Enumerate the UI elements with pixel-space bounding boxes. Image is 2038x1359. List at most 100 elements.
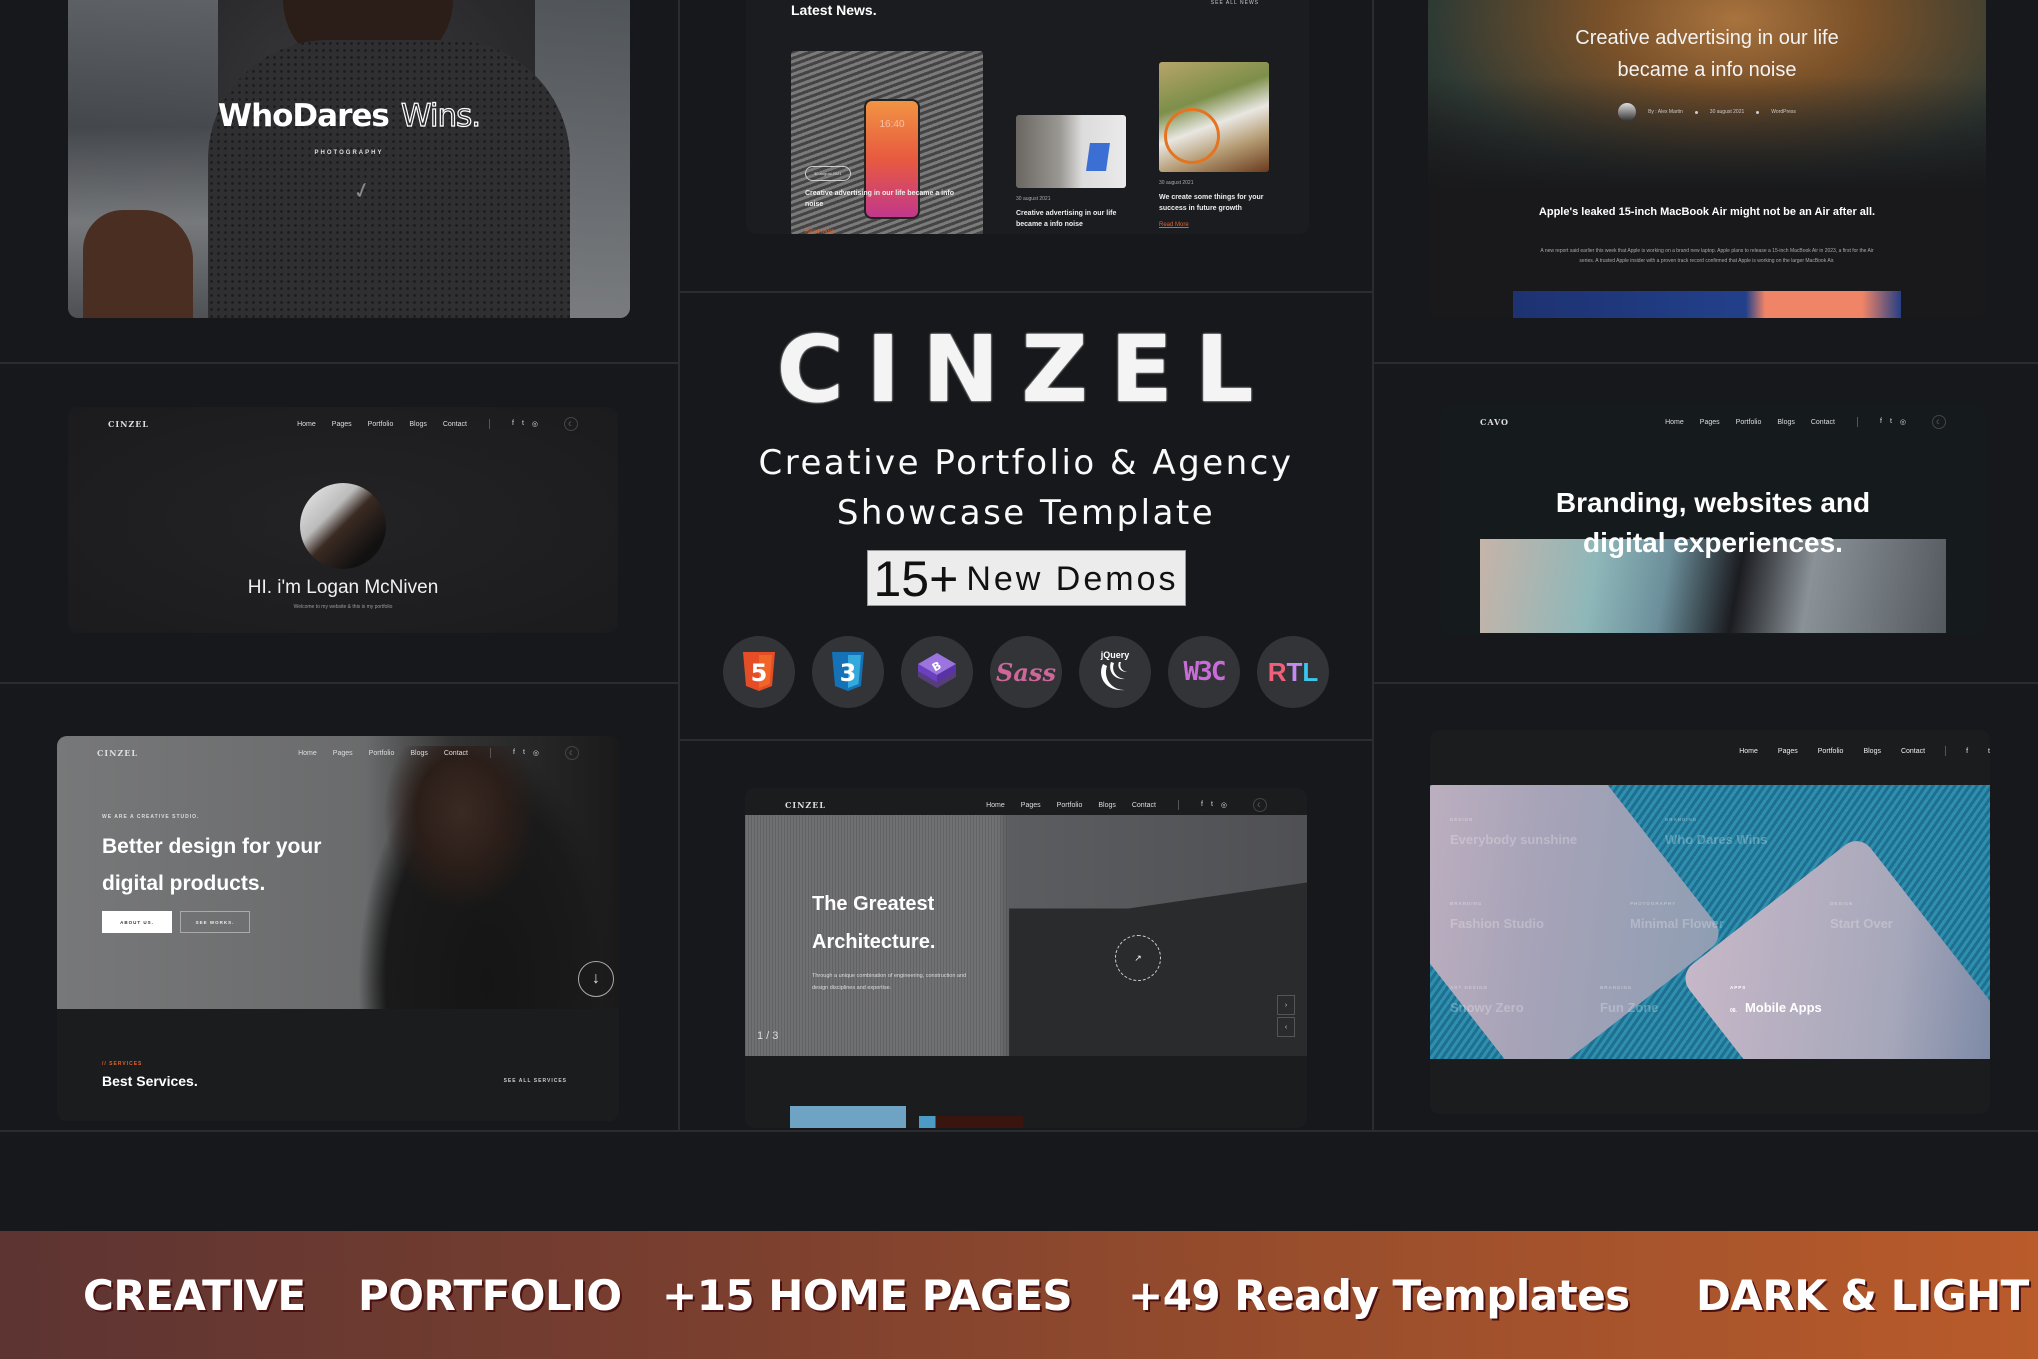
- demos-count: 15+: [873, 551, 959, 607]
- read-more-link[interactable]: Read More: [1159, 222, 1269, 228]
- dark-mode-icon[interactable]: ☾: [1932, 415, 1946, 429]
- svg-text:5: 5: [751, 659, 768, 687]
- portfolio-tile[interactable]: BRANDING Who Dares Wins: [1665, 817, 1767, 847]
- news-card[interactable]: 16:40 30 august 2021 Creative advertisin…: [791, 51, 983, 234]
- nav-pages[interactable]: Pages: [333, 750, 353, 757]
- dark-mode-icon[interactable]: ☾: [565, 746, 579, 760]
- nav-blogs[interactable]: Blogs: [409, 421, 427, 428]
- tile-category: APPS: [1730, 985, 1747, 990]
- next-slide-icon[interactable]: ›: [1277, 995, 1295, 1015]
- portfolio-thumbnail: [790, 1106, 906, 1128]
- nav-home[interactable]: Home: [1739, 748, 1758, 755]
- twitter-icon[interactable]: t: [1890, 418, 1892, 426]
- nav-pages[interactable]: Pages: [1021, 802, 1041, 809]
- instagram-icon[interactable]: ◎: [532, 420, 538, 428]
- news-title[interactable]: We create some things for your success i…: [1159, 192, 1269, 214]
- scroll-down-icon[interactable]: ↓: [578, 961, 614, 997]
- dribbble-icon[interactable]: ◎: [1900, 418, 1906, 426]
- hero-kicker: WE ARE A CREATIVE STUDIO.: [102, 814, 200, 820]
- news-card[interactable]: 30 august 2021 We create some things for…: [1159, 62, 1269, 228]
- tagline-line-2: Showcase Template: [836, 493, 1216, 533]
- headline-solid: WhoDares: [217, 98, 390, 134]
- facebook-icon[interactable]: f: [1880, 418, 1882, 426]
- nav-blogs[interactable]: Blogs: [1098, 802, 1116, 809]
- instagram-icon[interactable]: ◎: [1221, 801, 1227, 809]
- demo-preview-architecture[interactable]: Cinzel Home Pages Portfolio Blogs Contac…: [745, 788, 1307, 1128]
- article-subtitle: Apple's leaked 15-inch MacBook Air might…: [1538, 206, 1876, 218]
- services-kicker: // SERVICES: [102, 1061, 143, 1067]
- see-works-button[interactable]: SEE WORKS.: [180, 911, 250, 933]
- article-title: Creative advertising in our life became …: [1575, 27, 1839, 81]
- nav-home[interactable]: Home: [298, 750, 317, 757]
- html5-icon: 5: [723, 636, 795, 708]
- news-image: [1159, 62, 1269, 172]
- portfolio-tile[interactable]: PHOTOGRAPHY Minimal Flower: [1630, 901, 1724, 931]
- demo-preview-agency[interactable]: Cavo Home Pages Portfolio Blogs Contact …: [1440, 405, 1986, 635]
- nav-pages[interactable]: Pages: [332, 421, 352, 428]
- nav-home[interactable]: Home: [297, 421, 316, 428]
- nav-blogs[interactable]: Blogs: [1777, 419, 1795, 426]
- mini-logo[interactable]: Cinzel: [97, 748, 138, 758]
- facebook-icon[interactable]: f: [513, 749, 515, 757]
- nav-pages[interactable]: Pages: [1778, 748, 1798, 755]
- nav-portfolio[interactable]: Portfolio: [1736, 419, 1762, 426]
- hero-greeting: HI. i'm Logan McNiven: [247, 577, 439, 598]
- article-author[interactable]: By : Alex Martin: [1648, 109, 1683, 115]
- demo-preview-personal[interactable]: Cinzel Home Pages Portfolio Blogs Contac…: [68, 407, 618, 633]
- mini-logo[interactable]: Cinzel: [785, 800, 826, 810]
- nav-portfolio[interactable]: Portfolio: [1057, 802, 1083, 809]
- prev-slide-icon[interactable]: ‹: [1277, 1017, 1295, 1037]
- portfolio-tile[interactable]: DESIGN Everybody sunshine: [1450, 817, 1577, 847]
- news-title[interactable]: Creative advertising in our life became …: [1016, 208, 1126, 230]
- portfolio-tile[interactable]: BRANDING Fashion Studio: [1450, 901, 1544, 931]
- nav-contact[interactable]: Contact: [1132, 802, 1156, 809]
- nav-portfolio[interactable]: Portfolio: [1818, 748, 1844, 755]
- demo-preview-studio[interactable]: Cinzel Home Pages Portfolio Blogs Contac…: [57, 736, 619, 1121]
- dark-mode-icon[interactable]: ☾: [1253, 798, 1267, 812]
- news-card[interactable]: 30 august 2021 Creative advertising in o…: [1016, 115, 1126, 230]
- portfolio-tile[interactable]: DESIGN Start Over: [1830, 901, 1893, 931]
- nav-home[interactable]: Home: [986, 802, 1005, 809]
- twitter-icon[interactable]: t: [1211, 801, 1213, 809]
- nav-blogs[interactable]: Blogs: [410, 750, 428, 757]
- nav-contact[interactable]: Contact: [1901, 748, 1925, 755]
- dark-mode-icon[interactable]: ☾: [564, 417, 578, 431]
- demo-preview-article[interactable]: Creative advertising in our life became …: [1428, 0, 1986, 318]
- nav-contact[interactable]: Contact: [443, 421, 467, 428]
- demo-preview-news[interactable]: Latest News. SEE ALL NEWS 16:40 30 augus…: [746, 0, 1309, 234]
- twitter-icon[interactable]: t: [1988, 748, 1990, 755]
- facebook-icon[interactable]: f: [512, 420, 514, 428]
- facebook-icon[interactable]: f: [1966, 748, 1968, 755]
- see-all-news-link[interactable]: SEE ALL NEWS: [1211, 0, 1259, 6]
- read-more-link[interactable]: Read More: [805, 229, 835, 234]
- tile-title: Mobile Apps: [1744, 1000, 1822, 1015]
- demo-preview-photography[interactable]: ✓ WhoDares Wins. PHOTOGRAPHY: [68, 0, 630, 318]
- portfolio-tile-active[interactable]: APPS 08. Mobile Apps: [1730, 985, 1822, 1015]
- portfolio-tile[interactable]: BRANDING Fun Zone: [1600, 985, 1659, 1015]
- nav-contact[interactable]: Contact: [444, 750, 468, 757]
- view-project-button[interactable]: ↗: [1115, 935, 1161, 981]
- facebook-icon[interactable]: f: [1201, 801, 1203, 809]
- nav-pages[interactable]: Pages: [1700, 419, 1720, 426]
- nav-home[interactable]: Home: [1665, 419, 1684, 426]
- mini-logo[interactable]: Cavo: [1480, 417, 1509, 427]
- nav-portfolio[interactable]: Portfolio: [369, 750, 395, 757]
- instagram-icon[interactable]: ◎: [533, 749, 539, 757]
- demo-preview-portfolio[interactable]: Home Pages Portfolio Blogs Contact f t D…: [1430, 730, 1990, 1114]
- hero-headline: The Greatest Architecture.: [812, 893, 936, 953]
- nav-portfolio[interactable]: Portfolio: [368, 421, 394, 428]
- about-us-button[interactable]: ABOUT US.: [102, 911, 172, 933]
- nav-contact[interactable]: Contact: [1811, 419, 1835, 426]
- twitter-icon[interactable]: t: [523, 749, 525, 757]
- banner-item: CREATIVE: [83, 1271, 306, 1320]
- twitter-icon[interactable]: t: [522, 420, 524, 428]
- bootstrap-icon: B: [901, 636, 973, 708]
- nav-blogs[interactable]: Blogs: [1863, 748, 1881, 755]
- portfolio-tile[interactable]: ART DESIGN Snowy Zero: [1450, 985, 1524, 1015]
- model-image: [357, 746, 617, 1009]
- news-title[interactable]: Creative advertising in our life became …: [805, 188, 955, 210]
- hero-paragraph: Through a unique combination of engineer…: [812, 973, 967, 991]
- article-category[interactable]: WordPress: [1771, 109, 1796, 115]
- mini-logo[interactable]: Cinzel: [108, 419, 149, 429]
- see-all-services-link[interactable]: SEE ALL SERVICES: [504, 1078, 567, 1084]
